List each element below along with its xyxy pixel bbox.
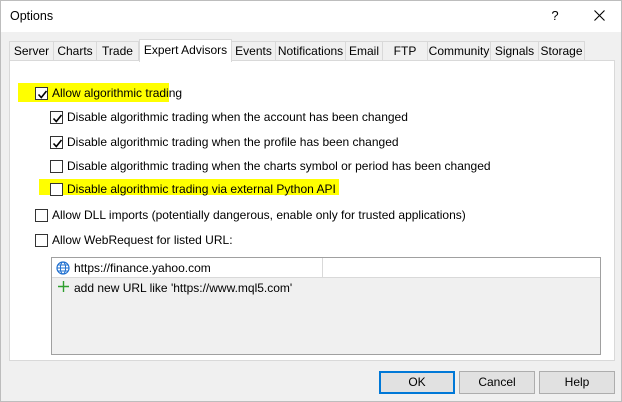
tab-storage[interactable]: Storage bbox=[538, 41, 585, 61]
tab-trade[interactable]: Trade bbox=[96, 41, 139, 61]
checkmark-icon bbox=[52, 139, 63, 148]
allow-dll-imports-label: Allow DLL imports (potentially dangerous… bbox=[52, 208, 466, 222]
globe-icon bbox=[56, 261, 70, 275]
window-title: Options bbox=[10, 9, 54, 23]
disable-on-symbol-change-checkbox[interactable] bbox=[50, 160, 63, 173]
close-button[interactable] bbox=[584, 2, 616, 30]
webrequest-url-list[interactable]: https://finance.yahoo.com add new URL li… bbox=[51, 257, 601, 355]
help-title-button[interactable]: ? bbox=[542, 2, 568, 30]
allow-algo-trading-label: Allow algorithmic trading bbox=[52, 86, 183, 100]
tab-email[interactable]: Email bbox=[345, 41, 383, 61]
tab-community[interactable]: Community bbox=[427, 41, 491, 61]
checkmark-icon bbox=[52, 114, 63, 123]
help-button[interactable]: Help bbox=[539, 371, 615, 394]
allow-webrequest-label: Allow WebRequest for listed URL: bbox=[52, 233, 233, 247]
tab-notifications[interactable]: Notifications bbox=[275, 41, 346, 61]
tab-server[interactable]: Server bbox=[9, 41, 54, 61]
add-url-row[interactable]: add new URL like 'https://www.mql5.com' bbox=[52, 278, 600, 298]
checkmark-icon bbox=[37, 90, 48, 99]
column-separator bbox=[322, 258, 323, 278]
expert-advisors-panel: Allow algorithmic trading Disable algori… bbox=[9, 60, 615, 361]
tab-events[interactable]: Events bbox=[231, 41, 276, 61]
disable-on-profile-change-checkbox[interactable] bbox=[50, 136, 63, 149]
plus-icon bbox=[58, 281, 69, 292]
url-list-item-url: https://finance.yahoo.com bbox=[74, 261, 211, 275]
allow-dll-imports-checkbox[interactable] bbox=[35, 209, 48, 222]
cancel-button[interactable]: Cancel bbox=[459, 371, 535, 394]
tab-signals[interactable]: Signals bbox=[490, 41, 539, 61]
add-url-placeholder: add new URL like 'https://www.mql5.com' bbox=[74, 281, 293, 295]
tab-expert-advisors[interactable]: Expert Advisors bbox=[139, 39, 232, 62]
disable-python-api-label: Disable algorithmic trading via external… bbox=[67, 182, 336, 196]
options-dialog: Options ? Server Charts Trade Expert Adv… bbox=[0, 0, 622, 402]
allow-algo-trading-checkbox[interactable] bbox=[35, 87, 48, 100]
tab-strip: Server Charts Trade Expert Advisors Even… bbox=[9, 39, 615, 62]
disable-on-profile-change-label: Disable algorithmic trading when the pro… bbox=[67, 135, 399, 149]
tab-ftp[interactable]: FTP bbox=[382, 41, 428, 61]
close-icon bbox=[594, 10, 605, 21]
ok-button[interactable]: OK bbox=[379, 371, 455, 394]
disable-on-account-change-label: Disable algorithmic trading when the acc… bbox=[67, 110, 408, 124]
disable-on-symbol-change-label: Disable algorithmic trading when the cha… bbox=[67, 159, 491, 173]
url-list-item[interactable]: https://finance.yahoo.com bbox=[52, 258, 600, 278]
disable-python-api-checkbox[interactable] bbox=[50, 183, 63, 196]
tab-charts[interactable]: Charts bbox=[53, 41, 97, 61]
disable-on-account-change-checkbox[interactable] bbox=[50, 111, 63, 124]
title-bar: Options ? bbox=[1, 1, 621, 32]
allow-webrequest-checkbox[interactable] bbox=[35, 234, 48, 247]
